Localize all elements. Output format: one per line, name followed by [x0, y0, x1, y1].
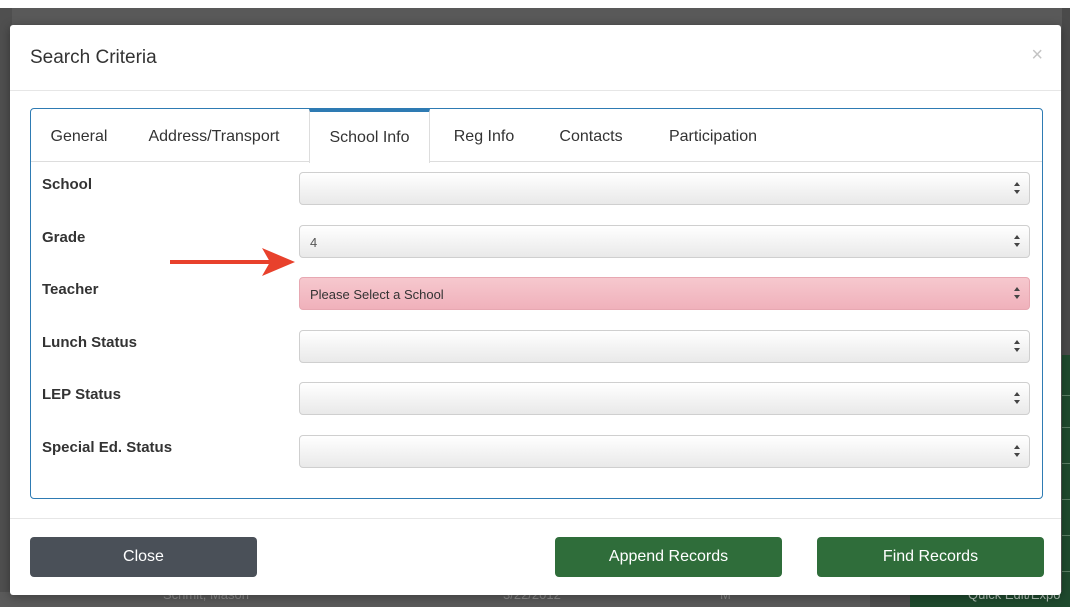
updown-arrows-icon — [1014, 182, 1020, 194]
red-arrow-icon — [170, 248, 295, 276]
school-row: School — [31, 170, 1042, 222]
tab-school-info[interactable]: School Info — [309, 109, 430, 163]
tab-address-transport[interactable]: Address/Transport — [139, 109, 289, 161]
tab-reg-info[interactable]: Reg Info — [444, 109, 524, 161]
tab-contacts[interactable]: Contacts — [549, 109, 633, 161]
lunch-status-select[interactable] — [299, 330, 1030, 363]
modal-header: Search Criteria × — [10, 25, 1061, 91]
updown-arrows-icon — [1014, 235, 1020, 247]
tab-bar: General Address/Transport School Info Re… — [31, 109, 1042, 163]
grade-select-value: 4 — [310, 235, 318, 250]
find-records-button[interactable]: Find Records — [817, 537, 1044, 577]
tab-general[interactable]: General — [39, 109, 119, 161]
grade-label: Grade — [42, 229, 86, 246]
modal-footer: Close Append Records Find Records — [10, 518, 1061, 596]
updown-arrows-icon — [1014, 340, 1020, 352]
close-icon[interactable]: × — [1031, 45, 1043, 65]
append-records-button[interactable]: Append Records — [555, 537, 782, 577]
special-ed-status-select[interactable] — [299, 435, 1030, 468]
lep-status-label: LEP Status — [42, 386, 121, 403]
updown-arrows-icon — [1014, 287, 1020, 299]
special-ed-status-row: Special Ed. Status — [31, 433, 1042, 485]
tab-participation[interactable]: Participation — [658, 109, 768, 161]
lunch-status-row: Lunch Status — [31, 328, 1042, 380]
lunch-status-label: Lunch Status — [42, 334, 138, 351]
special-ed-status-label: Special Ed. Status — [42, 439, 173, 456]
background-top-bar — [0, 0, 1070, 8]
updown-arrows-icon — [1014, 392, 1020, 404]
teacher-select[interactable]: Please Select a School — [299, 277, 1030, 310]
lep-status-select[interactable] — [299, 382, 1030, 415]
tab-panel: General Address/Transport School Info Re… — [30, 108, 1043, 499]
search-criteria-modal: Search Criteria × General Address/Transp… — [10, 25, 1061, 595]
teacher-select-value: Please Select a School — [310, 287, 444, 302]
teacher-label: Teacher — [42, 281, 99, 298]
school-label: School — [42, 176, 93, 193]
updown-arrows-icon — [1014, 445, 1020, 457]
lep-status-row: LEP Status — [31, 380, 1042, 432]
school-select[interactable] — [299, 172, 1030, 205]
grade-select[interactable]: 4 — [299, 225, 1030, 258]
close-button[interactable]: Close — [30, 537, 257, 577]
modal-title: Search Criteria — [30, 47, 157, 68]
teacher-row: Teacher Please Select a School — [31, 275, 1042, 327]
background-right-menu — [1062, 355, 1070, 607]
